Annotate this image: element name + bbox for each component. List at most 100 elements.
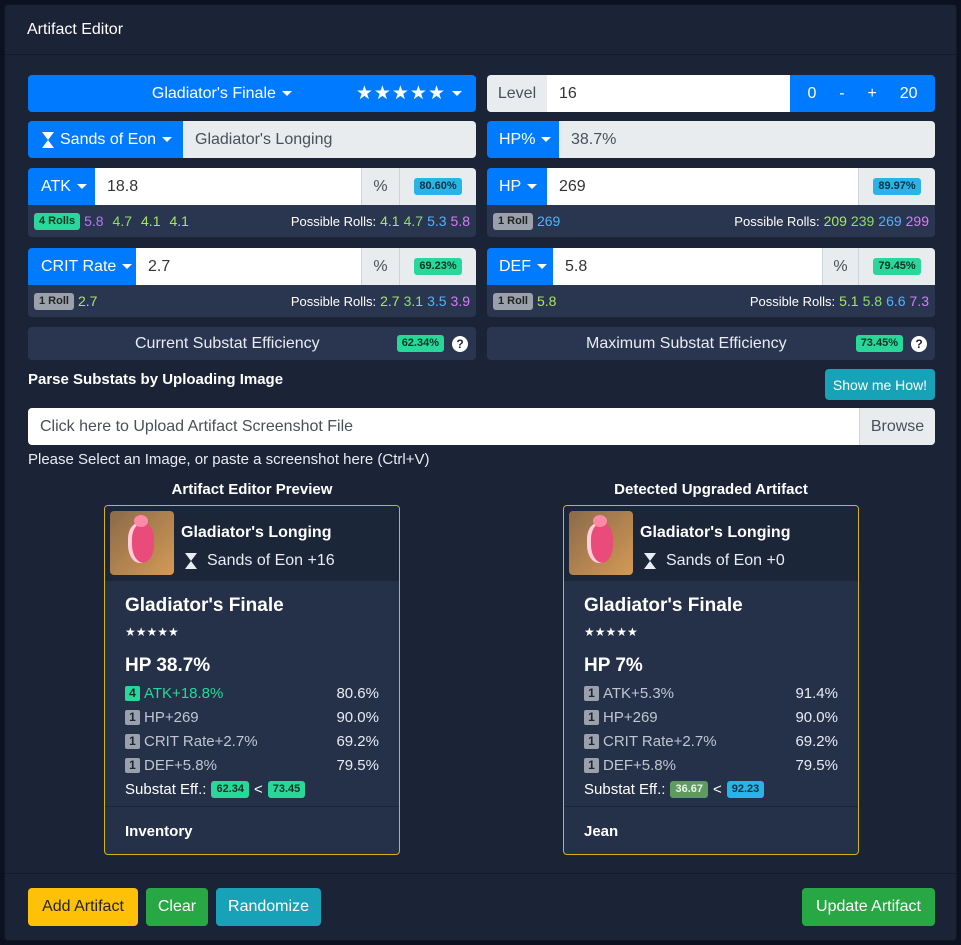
main-stat-group: HP% 38.7% bbox=[487, 121, 935, 158]
page-title: Artifact Editor bbox=[27, 21, 124, 38]
level-minus-button[interactable]: - bbox=[839, 85, 844, 103]
randomize-button[interactable]: Randomize bbox=[216, 888, 321, 926]
rolls-badge: 1 Roll bbox=[493, 292, 533, 310]
preview-substat-eff: Substat Eff.: 62.34 < 73.45 bbox=[125, 781, 306, 798]
substat-crit-rate-rolls: 1 Roll 2.7 Possible Rolls: 2.7 3.1 3.5 3… bbox=[28, 285, 476, 317]
slot-group: Sands of Eon Gladiator's Longing bbox=[28, 121, 476, 158]
stars-icon: ★★★★★ bbox=[355, 83, 446, 104]
help-icon[interactable]: ? bbox=[911, 335, 927, 352]
max-efficiency-badge: 73.45% bbox=[855, 335, 903, 352]
substat-efficiency-badge: 89.97% bbox=[873, 178, 921, 195]
footer-divider bbox=[5, 873, 956, 874]
level-plus-button[interactable]: + bbox=[868, 85, 877, 103]
substat-efficiency-badge: 80.60% bbox=[414, 178, 462, 195]
preview-substat: 1 ATK+5.3% bbox=[584, 685, 674, 702]
substat-hp-input[interactable]: 269 bbox=[547, 168, 858, 205]
preview-set-name: Gladiator's Finale bbox=[584, 595, 743, 616]
set-dropdown[interactable]: Gladiator's Finale ★★★★★ bbox=[28, 75, 476, 112]
upload-hint: Please Select an Image, or paste a scree… bbox=[28, 451, 430, 468]
preview-piece-name: Gladiator's Longing bbox=[181, 524, 332, 541]
level-max-button[interactable]: 20 bbox=[900, 85, 918, 103]
preview-slot-level: Sands of Eon +0 bbox=[666, 552, 785, 569]
upload-file-input[interactable]: Click here to Upload Artifact Screenshot… bbox=[28, 408, 859, 445]
substat-atk-dropdown[interactable]: ATK bbox=[28, 168, 95, 205]
chevron-down-icon bbox=[162, 137, 173, 142]
substat-def-dropdown[interactable]: DEF bbox=[487, 248, 553, 285]
level-min-button[interactable]: 0 bbox=[807, 85, 816, 103]
preview-stars-icon: ★★★★★ bbox=[584, 625, 638, 639]
rarity-dropdown[interactable]: ★★★★★ bbox=[356, 82, 476, 105]
possible-rolls-label: Possible Rolls: bbox=[290, 293, 377, 309]
rolls-badge: 1 Roll bbox=[493, 212, 533, 230]
substat-label: DEF bbox=[499, 257, 531, 275]
possible-roll: 209 bbox=[823, 213, 847, 229]
preview-substat: 1 CRIT Rate+2.7% bbox=[584, 733, 717, 750]
preview-heading: Detected Upgraded Artifact bbox=[614, 481, 808, 498]
level-group: Level 16 0 - + 20 bbox=[487, 75, 935, 112]
preview-substat-pct: 80.6% bbox=[336, 685, 379, 702]
browse-button[interactable]: Browse bbox=[859, 408, 935, 445]
substat-label: ATK bbox=[41, 177, 71, 195]
roll-value: 5.8 bbox=[84, 213, 104, 229]
possible-roll: 4.1 bbox=[380, 213, 400, 229]
substat-crit-rate: CRIT Rate 2.7 % 69.23% bbox=[28, 248, 476, 285]
preview-main-stat: HP 38.7% bbox=[125, 655, 211, 676]
set-name: Gladiator's Finale bbox=[151, 84, 276, 102]
possible-roll: 5.8 bbox=[450, 213, 470, 229]
substat-efficiency-badge: 79.45% bbox=[873, 258, 921, 275]
preview-substat: 1 HP+269 bbox=[125, 709, 199, 726]
clear-button[interactable]: Clear bbox=[146, 888, 208, 926]
preview-slot-level: Sands of Eon +16 bbox=[207, 552, 335, 569]
chevron-down-icon bbox=[281, 91, 292, 96]
preview-piece-name: Gladiator's Longing bbox=[640, 524, 791, 541]
substat-crit-rate-dropdown[interactable]: CRIT Rate bbox=[28, 248, 136, 285]
level-label: Level bbox=[487, 75, 547, 112]
rolls-badge: 1 Roll bbox=[34, 292, 74, 310]
chevron-down-icon bbox=[122, 264, 133, 269]
slot-dropdown[interactable]: Sands of Eon bbox=[28, 121, 183, 158]
preview-main-stat: HP 7% bbox=[584, 655, 643, 676]
eff-max-badge: 73.45 bbox=[267, 781, 306, 798]
possible-roll: 7.3 bbox=[909, 293, 929, 309]
chevron-down-icon bbox=[76, 184, 87, 189]
main-stat-dropdown[interactable]: HP% bbox=[487, 121, 559, 158]
substat-def-input[interactable]: 5.8 bbox=[553, 248, 822, 285]
artifact-image bbox=[110, 511, 174, 575]
substat-hp-dropdown[interactable]: HP bbox=[487, 168, 547, 205]
slot-label: Sands of Eon bbox=[60, 130, 157, 148]
piece-name-field: Gladiator's Longing bbox=[183, 121, 476, 158]
hourglass-icon bbox=[185, 553, 197, 569]
substat-label: CRIT Rate bbox=[41, 257, 117, 275]
substat-crit-rate-input[interactable]: 2.7 bbox=[136, 248, 361, 285]
add-artifact-button[interactable]: Add Artifact bbox=[28, 888, 138, 926]
preview-substat-pct: 91.4% bbox=[795, 685, 838, 702]
chevron-down-icon bbox=[527, 184, 538, 189]
show-me-how-button[interactable]: Show me How! bbox=[825, 369, 935, 400]
substat-atk-input[interactable]: 18.8 bbox=[95, 168, 361, 205]
roll-value: 4.7 bbox=[112, 213, 133, 229]
rolls-badge: 4 Rolls bbox=[34, 212, 81, 230]
help-icon[interactable]: ? bbox=[452, 335, 468, 352]
preview-location: Inventory bbox=[125, 823, 193, 840]
preview-substat-pct: 90.0% bbox=[795, 709, 838, 726]
possible-roll: 269 bbox=[878, 213, 902, 229]
substat-def: DEF 5.8 % 79.45% bbox=[487, 248, 935, 285]
substat-atk-rolls: 4 Rolls 5.8 4.7 4.1 4.1 Possible Rolls: … bbox=[28, 205, 476, 237]
level-input[interactable]: 16 bbox=[547, 75, 790, 112]
percent-unit: % bbox=[822, 248, 858, 285]
possible-roll: 5.8 bbox=[862, 293, 883, 309]
preview-substat: 1 HP+269 bbox=[584, 709, 658, 726]
possible-roll: 299 bbox=[905, 213, 929, 229]
detected-artifact-card: Gladiator's Longing Sands of Eon +0 Glad… bbox=[563, 505, 859, 855]
preview-substat-pct: 90.0% bbox=[336, 709, 379, 726]
preview-substat-pct: 69.2% bbox=[795, 733, 838, 750]
artifact-preview-card: Gladiator's Longing Sands of Eon +16 Gla… bbox=[104, 505, 400, 855]
update-artifact-button[interactable]: Update Artifact bbox=[802, 888, 935, 926]
possible-roll: 3.1 bbox=[403, 293, 424, 309]
current-efficiency-box: Current Substat Efficiency 62.34% ? bbox=[28, 327, 476, 360]
possible-roll: 3.5 bbox=[427, 293, 447, 309]
max-efficiency-box: Maximum Substat Efficiency 73.45% ? bbox=[487, 327, 935, 360]
preview-substat: 1 CRIT Rate+2.7% bbox=[125, 733, 258, 750]
card-header: Artifact Editor bbox=[5, 5, 956, 55]
possible-rolls-label: Possible Rolls: bbox=[749, 293, 836, 309]
